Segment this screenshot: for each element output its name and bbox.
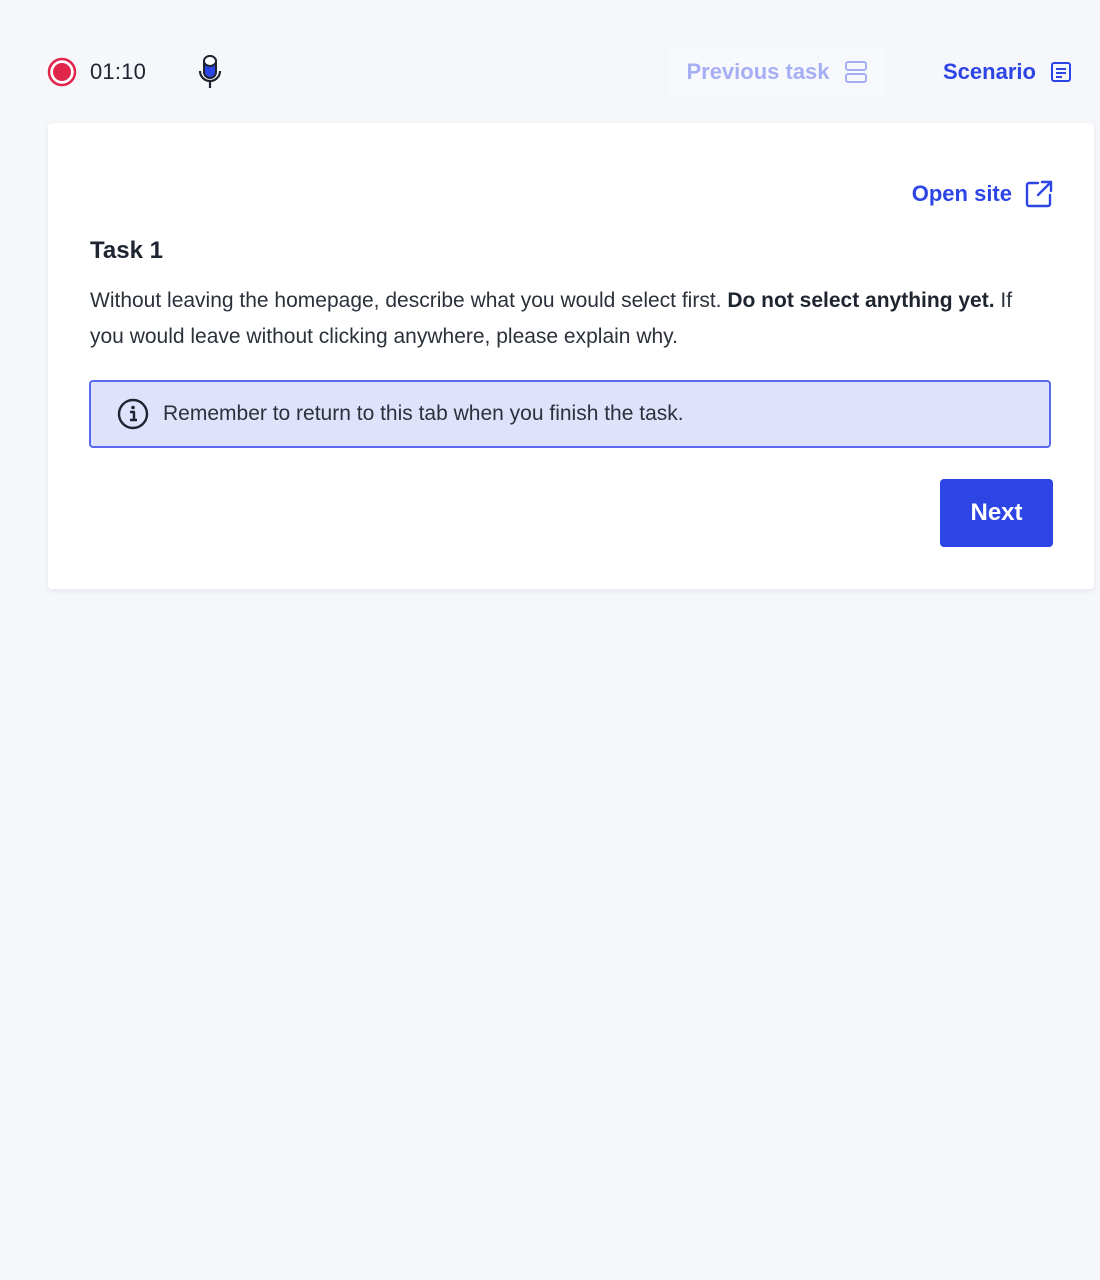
reminder-text: Remember to return to this tab when you … [163, 402, 684, 425]
scenario-button[interactable]: Scenario [943, 46, 1072, 98]
recording-timer: 01:10 [90, 59, 147, 84]
open-site-label: Open site [911, 181, 1012, 206]
recording-indicator-icon [47, 57, 77, 87]
scenario-label: Scenario [943, 59, 1036, 84]
reminder-notice: Remember to return to this tab when you … [89, 380, 1051, 448]
task-card: Open site Task 1 Without leaving the hom… [48, 123, 1094, 589]
task-description: Without leaving the homepage, describe w… [90, 283, 1050, 355]
next-button[interactable]: Next [940, 479, 1053, 547]
microphone-icon[interactable] [196, 54, 224, 90]
task-description-emphasis: Do not select anything yet. [727, 289, 995, 312]
previous-task-button[interactable]: Previous task [670, 46, 884, 98]
previous-task-label: Previous task [686, 59, 830, 84]
task-description-text: Without leaving the homepage, describe w… [90, 289, 722, 312]
external-link-icon [1025, 180, 1053, 208]
document-icon [1050, 62, 1071, 82]
task-title: Task 1 [90, 237, 163, 264]
top-bar: 01:10 Previous task Scenario [0, 40, 1100, 104]
open-site-link[interactable]: Open site [912, 179, 1054, 209]
info-icon [117, 398, 149, 430]
split-panel-icon [844, 61, 867, 83]
